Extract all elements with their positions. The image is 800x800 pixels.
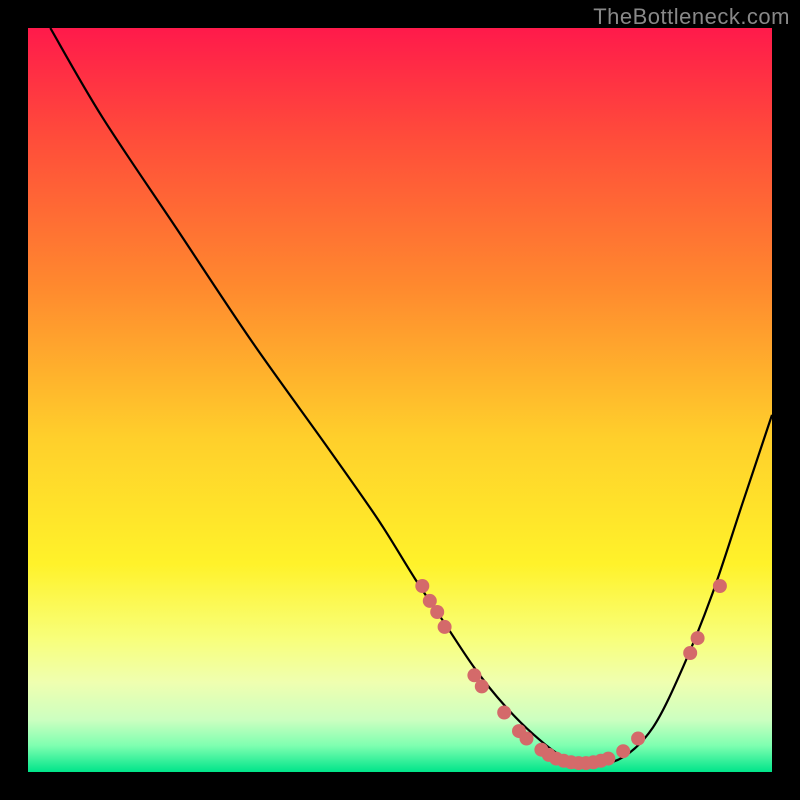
data-marker — [415, 579, 429, 593]
data-marker — [497, 706, 511, 720]
data-marker — [475, 679, 489, 693]
bottleneck-curve — [50, 28, 772, 765]
data-marker — [631, 732, 645, 746]
data-marker — [713, 579, 727, 593]
data-marker — [683, 646, 697, 660]
plot-area — [28, 28, 772, 772]
data-marker — [430, 605, 444, 619]
data-marker — [438, 620, 452, 634]
data-marker — [601, 752, 615, 766]
data-marker — [691, 631, 705, 645]
data-marker — [616, 744, 630, 758]
data-marker — [520, 732, 534, 746]
curve-layer — [28, 28, 772, 772]
chart-frame: TheBottleneck.com — [0, 0, 800, 800]
watermark-text: TheBottleneck.com — [593, 4, 790, 30]
